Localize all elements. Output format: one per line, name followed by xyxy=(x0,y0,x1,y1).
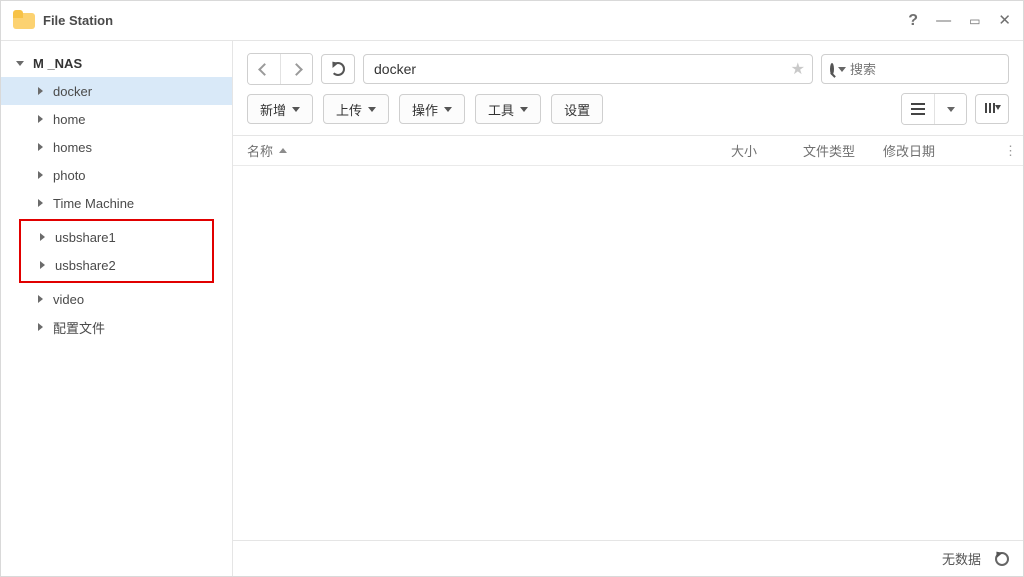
view-controls xyxy=(901,93,1009,125)
sidebar-item-label: homes xyxy=(53,140,92,155)
folder-app-icon xyxy=(13,10,35,32)
tree-root[interactable]: M _NAS xyxy=(1,49,232,77)
view-mode-group xyxy=(901,93,967,125)
sidebar-item-homes[interactable]: homes xyxy=(1,133,232,161)
sidebar-item-label: usbshare1 xyxy=(55,230,116,245)
sidebar-item-config[interactable]: 配置文件 xyxy=(1,313,232,341)
sidebar-item-usbshare1[interactable]: usbshare1 xyxy=(21,223,212,251)
column-name[interactable]: 名称 xyxy=(233,141,721,160)
sidebar-item-time-machine[interactable]: Time Machine xyxy=(1,189,232,217)
sort-icon xyxy=(985,102,999,116)
column-type[interactable]: 文件类型 xyxy=(793,141,873,160)
search-input[interactable] xyxy=(850,62,1024,77)
caret-down-icon xyxy=(947,107,955,112)
search-box[interactable] xyxy=(821,54,1009,84)
nav-back-button[interactable] xyxy=(248,54,280,84)
caret-down-icon xyxy=(444,107,452,112)
search-icon xyxy=(830,63,834,75)
highlight-annotation: usbshare1 usbshare2 xyxy=(19,219,214,283)
file-station-window: File Station ? — ▭ ✕ M _NAS docker home xyxy=(0,0,1024,577)
chevron-right-icon xyxy=(35,322,45,332)
chevron-left-icon xyxy=(260,65,269,74)
sidebar-item-docker[interactable]: docker xyxy=(1,77,232,105)
chevron-right-icon xyxy=(35,114,45,124)
pathbar: ★ xyxy=(233,41,1023,93)
sidebar-item-video[interactable]: video xyxy=(1,285,232,313)
close-icon[interactable]: ✕ xyxy=(998,13,1011,28)
sidebar-item-label: 配置文件 xyxy=(53,318,105,337)
refresh-icon xyxy=(331,62,345,76)
operate-button[interactable]: 操作 xyxy=(399,94,465,124)
file-list-content xyxy=(233,166,1023,540)
table-header: 名称 大小 文件类型 修改日期 ⋮ xyxy=(233,136,1023,166)
sidebar-item-label: usbshare2 xyxy=(55,258,116,273)
chevron-right-icon xyxy=(35,198,45,208)
window-controls: ? — ▭ ✕ xyxy=(908,13,1011,29)
status-empty-label: 无数据 xyxy=(942,549,981,568)
new-button[interactable]: 新增 xyxy=(247,94,313,124)
tree-root-label: M _NAS xyxy=(33,56,82,71)
list-icon xyxy=(911,103,925,115)
sidebar-item-home[interactable]: home xyxy=(1,105,232,133)
button-label: 上传 xyxy=(336,100,362,119)
settings-button[interactable]: 设置 xyxy=(551,94,603,124)
column-options[interactable]: ⋮ xyxy=(999,143,1023,159)
sidebar-item-label: home xyxy=(53,112,86,127)
button-label: 设置 xyxy=(564,100,590,119)
titlebar: File Station ? — ▭ ✕ xyxy=(1,1,1023,41)
chevron-right-icon xyxy=(292,65,301,74)
chevron-right-icon xyxy=(35,294,45,304)
star-icon[interactable]: ★ xyxy=(791,59,805,79)
caret-down-icon xyxy=(838,67,846,72)
column-size[interactable]: 大小 xyxy=(721,141,793,160)
chevron-right-icon xyxy=(35,86,45,96)
chevron-right-icon xyxy=(35,170,45,180)
more-icon: ⋮ xyxy=(1004,143,1017,159)
actionbar: 新增 上传 操作 工具 设置 xyxy=(233,93,1023,136)
app-title: File Station xyxy=(43,13,908,28)
maximize-icon[interactable]: ▭ xyxy=(969,15,980,27)
sidebar-item-photo[interactable]: photo xyxy=(1,161,232,189)
path-input[interactable] xyxy=(363,54,813,84)
button-label: 工具 xyxy=(488,100,514,119)
tool-button[interactable]: 工具 xyxy=(475,94,541,124)
caret-down-icon xyxy=(292,107,300,112)
sidebar-item-label: photo xyxy=(53,168,86,183)
upload-button[interactable]: 上传 xyxy=(323,94,389,124)
sidebar-item-label: docker xyxy=(53,84,92,99)
sidebar: M _NAS docker home homes photo Time Mach… xyxy=(1,41,233,576)
button-label: 操作 xyxy=(412,100,438,119)
sidebar-item-label: Time Machine xyxy=(53,196,134,211)
statusbar: 无数据 xyxy=(233,540,1023,576)
nav-group xyxy=(247,53,313,85)
nav-forward-button[interactable] xyxy=(280,54,312,84)
sidebar-item-usbshare2[interactable]: usbshare2 xyxy=(21,251,212,279)
body-split: M _NAS docker home homes photo Time Mach… xyxy=(1,41,1023,576)
main-panel: ★ 新增 上传 操作 xyxy=(233,41,1023,576)
refresh-icon[interactable] xyxy=(995,552,1009,566)
sidebar-item-label: video xyxy=(53,292,84,307)
view-dropdown-button[interactable] xyxy=(934,94,966,124)
button-label: 新增 xyxy=(260,100,286,119)
column-date[interactable]: 修改日期 xyxy=(873,141,999,160)
caret-down-icon xyxy=(520,107,528,112)
view-list-button[interactable] xyxy=(902,94,934,124)
chevron-right-icon xyxy=(37,232,47,242)
minimize-icon[interactable]: — xyxy=(936,13,951,28)
help-icon[interactable]: ? xyxy=(908,13,918,29)
chevron-right-icon xyxy=(37,260,47,270)
sort-button[interactable] xyxy=(975,94,1009,124)
path-input-wrap: ★ xyxy=(363,54,813,84)
refresh-button[interactable] xyxy=(321,54,355,84)
caret-down-icon xyxy=(368,107,376,112)
chevron-right-icon xyxy=(35,142,45,152)
chevron-down-icon xyxy=(15,58,25,68)
